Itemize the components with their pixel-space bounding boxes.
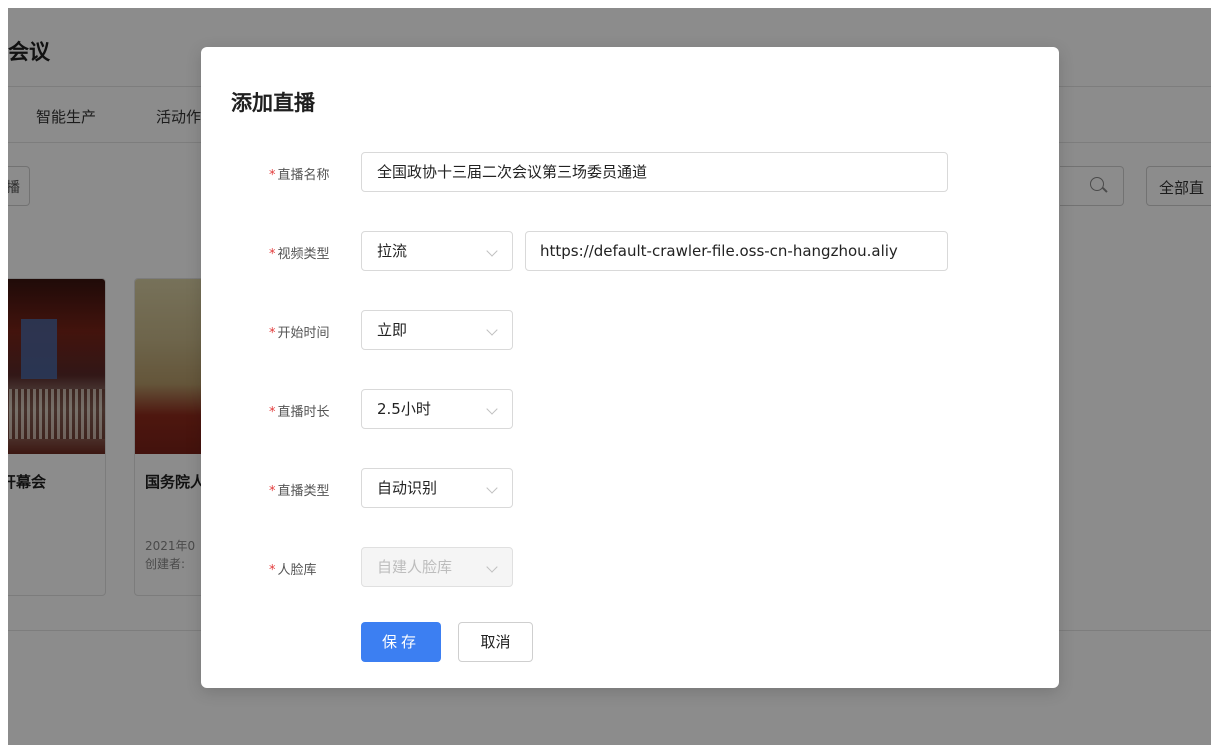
required-mark: *	[269, 247, 276, 262]
live-type-value: 自动识别	[377, 479, 438, 497]
live-name-value: 全国政协十三届二次会议第三场委员通道	[377, 163, 648, 181]
live-type-label: * 直播类型	[269, 480, 330, 499]
duration-value: 2.5小时	[377, 400, 431, 418]
required-mark: *	[269, 484, 276, 499]
start-time-label-text: 开始时间	[277, 326, 330, 341]
video-type-label-text: 视频类型	[277, 247, 330, 262]
dialog-title: 添加直播	[231, 91, 315, 115]
window-edge	[0, 8, 8, 745]
face-library-label: * 人脸库	[269, 559, 317, 578]
name-label-text: 直播名称	[277, 168, 330, 183]
face-library-label-text: 人脸库	[277, 563, 317, 578]
cancel-button[interactable]: 取消	[458, 622, 533, 662]
duration-label-text: 直播时长	[277, 405, 330, 420]
chevron-down-icon	[486, 561, 498, 573]
required-mark: *	[269, 563, 276, 578]
live-type-label-text: 直播类型	[277, 484, 330, 499]
chevron-down-icon	[486, 245, 498, 257]
start-time-value: 立即	[377, 321, 408, 339]
start-time-select[interactable]: 立即	[361, 310, 513, 350]
video-type-label: * 视频类型	[269, 243, 330, 262]
chevron-down-icon	[486, 324, 498, 336]
stream-url-value: https://default-crawler-file.oss-cn-hang…	[540, 242, 898, 260]
required-mark: *	[269, 405, 276, 420]
start-time-label: * 开始时间	[269, 322, 330, 341]
duration-label: * 直播时长	[269, 401, 330, 420]
video-type-value: 拉流	[377, 242, 408, 260]
live-name-input[interactable]: 全国政协十三届二次会议第三场委员通道	[361, 152, 948, 192]
required-mark: *	[269, 168, 276, 183]
save-button[interactable]: 保存	[361, 622, 441, 662]
required-mark: *	[269, 326, 276, 341]
live-type-select[interactable]: 自动识别	[361, 468, 513, 508]
name-label: * 直播名称	[269, 164, 330, 183]
video-type-select[interactable]: 拉流	[361, 231, 513, 271]
chevron-down-icon	[486, 482, 498, 494]
window-edge	[0, 0, 1211, 8]
chevron-down-icon	[486, 403, 498, 415]
face-library-select: 自建人脸库	[361, 547, 513, 587]
duration-select[interactable]: 2.5小时	[361, 389, 513, 429]
add-live-dialog: 添加直播 * 直播名称 全国政协十三届二次会议第三场委员通道 * 视频类型 拉流 h…	[201, 47, 1059, 688]
stream-url-input[interactable]: https://default-crawler-file.oss-cn-hang…	[525, 231, 948, 271]
face-library-value: 自建人脸库	[377, 558, 453, 576]
